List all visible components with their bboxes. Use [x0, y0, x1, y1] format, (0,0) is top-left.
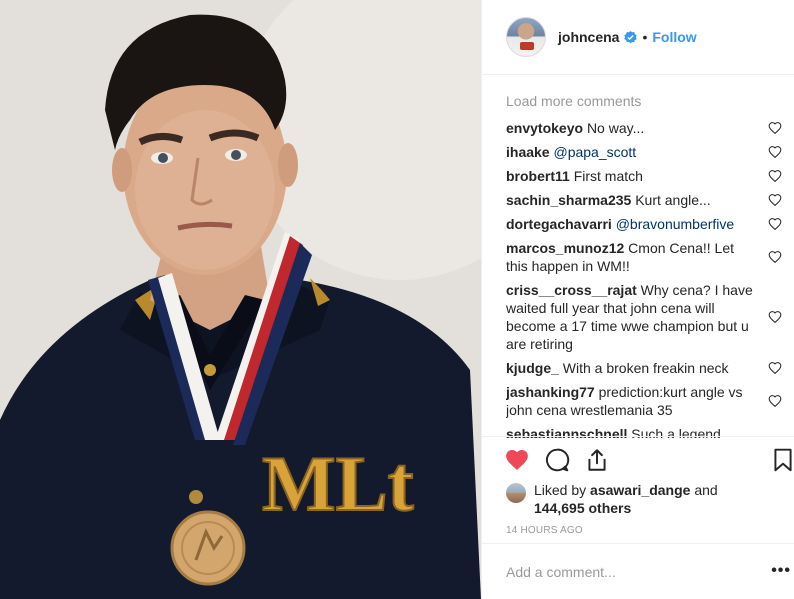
heart-outline-icon[interactable]: [768, 169, 782, 183]
liker-avatar[interactable]: [506, 483, 526, 503]
comment-username[interactable]: sachin_sharma235: [506, 192, 631, 208]
load-more-comments-button[interactable]: Load more comments: [506, 89, 782, 113]
bookmark-icon[interactable]: [770, 447, 794, 473]
likes-summary: Liked by asawari_dange and 144,695 other…: [506, 481, 786, 517]
comment-text: With a broken freakin neck: [562, 360, 729, 376]
comment-username[interactable]: kjudge_: [506, 360, 559, 376]
header-separator: •: [642, 29, 648, 45]
comment-mention[interactable]: @papa_scott: [553, 144, 636, 160]
heart-outline-icon[interactable]: [768, 361, 782, 375]
comment-username[interactable]: marcos_munoz12: [506, 240, 624, 256]
comment-item: marcos_munoz12 Cmon Cena!! Let this happ…: [506, 239, 782, 275]
post-sidebar: johncena • Follow Load more comments env…: [481, 0, 794, 599]
post-photo[interactable]: MLt: [0, 0, 481, 599]
comment-item: dortegachavarri @bravonumberfive: [506, 215, 782, 233]
liked-by-prefix: Liked by: [534, 482, 587, 498]
liked-by-joiner: and: [694, 482, 718, 498]
heart-outline-icon[interactable]: [768, 394, 782, 408]
comment-username[interactable]: jashanking77: [506, 384, 595, 400]
comment-username[interactable]: envytokeyo: [506, 120, 583, 136]
comments-list[interactable]: Load more comments envytokeyo No way... i…: [506, 88, 782, 438]
comment-item: envytokeyo No way...: [506, 119, 782, 137]
likes-text: Liked by asawari_dange and 144,695 other…: [534, 481, 786, 517]
post-header: johncena • Follow: [482, 0, 794, 75]
comment-text: First match: [573, 168, 643, 184]
more-options-button[interactable]: •••: [771, 562, 791, 580]
post-timestamp[interactable]: 14 HOURS AGO: [506, 525, 583, 536]
comment-username[interactable]: dortegachavarri: [506, 216, 612, 232]
comment-username[interactable]: criss__cross__rajat: [506, 282, 637, 298]
comment-username[interactable]: brobert11: [506, 168, 570, 184]
verified-badge-icon: [624, 30, 638, 43]
comment-item: ihaake @papa_scott: [506, 143, 782, 161]
comment-username[interactable]: ihaake: [506, 144, 550, 160]
comment-item: kjudge_ With a broken freakin neck: [506, 359, 782, 377]
add-comment-input[interactable]: Add a comment...: [506, 564, 616, 580]
heart-outline-icon[interactable]: [768, 250, 782, 264]
liked-by-user[interactable]: asawari_dange: [590, 482, 690, 498]
share-icon[interactable]: [584, 447, 610, 473]
comment-item: brobert11 First match: [506, 167, 782, 185]
comment-icon[interactable]: [544, 447, 570, 473]
likes-count[interactable]: 144,695 others: [534, 500, 631, 516]
heart-outline-icon[interactable]: [768, 145, 782, 159]
comment-item: sachin_sharma235 Kurt angle...: [506, 191, 782, 209]
post-actions: Liked by asawari_dange and 144,695 other…: [482, 436, 794, 543]
username[interactable]: johncena: [558, 29, 619, 45]
heart-outline-icon[interactable]: [768, 193, 782, 207]
comment-mention[interactable]: @bravonumberfive: [616, 216, 735, 232]
heart-outline-icon[interactable]: [768, 217, 782, 231]
jacket-letters: MLt: [262, 440, 414, 527]
portrait-illustration: MLt: [0, 0, 481, 599]
heart-outline-icon[interactable]: [768, 121, 782, 135]
add-comment-bar: Add a comment... •••: [482, 543, 794, 599]
avatar-shirt: [520, 42, 534, 50]
heart-outline-icon[interactable]: [768, 310, 782, 324]
heart-icon[interactable]: [504, 447, 530, 473]
comment-text: Kurt angle...: [635, 192, 711, 208]
comment-item: jashanking77 prediction:kurt angle vs jo…: [506, 383, 782, 419]
comment-text: No way...: [586, 120, 645, 136]
follow-button[interactable]: Follow: [652, 29, 696, 45]
avatar[interactable]: [506, 17, 546, 57]
comment-item: criss__cross__rajat Why cena? I have wai…: [506, 281, 782, 353]
